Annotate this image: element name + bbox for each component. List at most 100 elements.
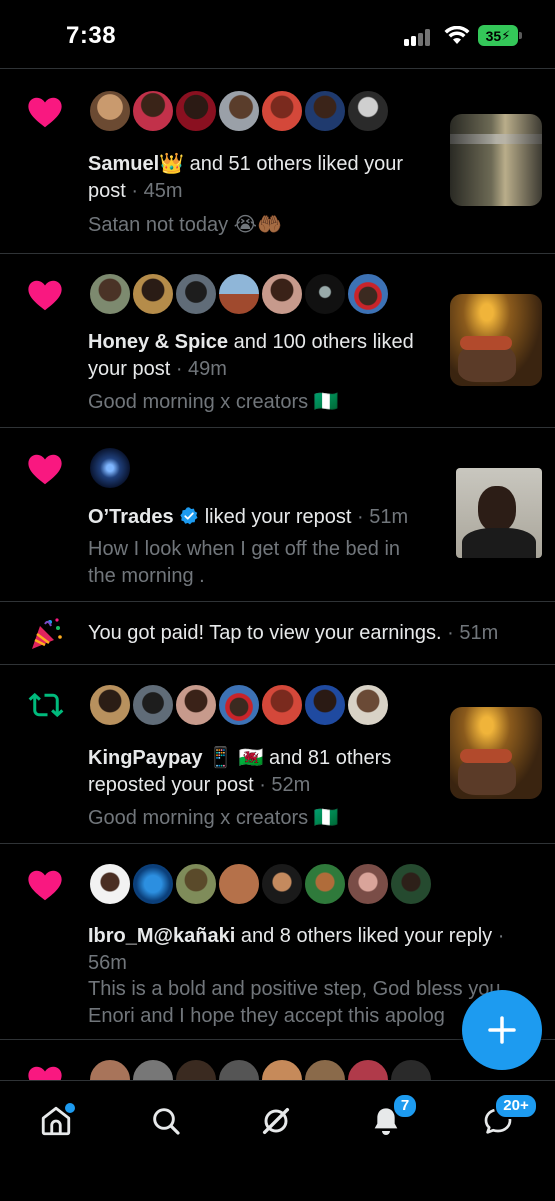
actor-name[interactable]: Honey & Spice (88, 331, 228, 353)
avatar[interactable] (88, 272, 132, 316)
avatar[interactable] (303, 683, 347, 727)
avatar[interactable] (346, 272, 390, 316)
nav-home[interactable] (32, 1097, 80, 1145)
avatar[interactable] (131, 1058, 175, 1080)
post-snippet: Good morning x creators 🇳🇬 (88, 807, 339, 829)
avatar[interactable] (217, 89, 261, 133)
avatar[interactable] (303, 1058, 347, 1080)
status-bar: 7:38 35 ⚡ (0, 0, 555, 68)
avatar[interactable] (88, 89, 132, 133)
notification-action: liked your repost (199, 506, 352, 528)
battery-level: 35 (485, 27, 502, 44)
avatar[interactable] (303, 862, 347, 906)
avatar[interactable] (260, 862, 304, 906)
actor-avatars (88, 683, 390, 727)
avatar[interactable] (88, 1058, 132, 1080)
notification-text: Honey & Spice and 100 others liked your … (88, 329, 440, 383)
compose-button[interactable] (462, 990, 542, 1070)
avatar[interactable] (260, 1058, 304, 1080)
avatar[interactable] (303, 272, 347, 316)
heart-icon (28, 97, 62, 128)
avatar[interactable] (217, 272, 261, 316)
avatar[interactable] (174, 89, 218, 133)
actor-name[interactable]: KingPaypay 📱 🏴󠁧󠁢󠁷󠁬󠁳󠁿 (88, 747, 263, 769)
earnings-text: You got paid! Tap to view your earnings. (88, 622, 442, 644)
notification-item[interactable]: KingPaypay 📱 🏴󠁧󠁢󠁷󠁬󠁳󠁿 and 81 others repos… (0, 665, 555, 844)
avatar[interactable] (260, 89, 304, 133)
notification-item[interactable]: Honey & Spice and 100 others liked your … (0, 254, 555, 428)
actor-avatars (88, 446, 132, 490)
avatar[interactable] (88, 862, 132, 906)
avatar[interactable] (131, 272, 175, 316)
actor-avatars (88, 862, 433, 906)
plus-icon (488, 1016, 516, 1044)
party-popper-icon (32, 618, 62, 649)
notification-item[interactable]: Samuel👑 and 51 others liked your post · … (0, 69, 555, 254)
new-content-dot (65, 1103, 75, 1113)
grok-icon (262, 1107, 290, 1135)
post-snippet: Satan not today 😭🤲🏾 (88, 214, 282, 236)
actor-avatars (88, 89, 390, 133)
avatar[interactable] (303, 89, 347, 133)
post-snippet: How I look when I get off the bed in the… (88, 538, 401, 587)
notification-time: · 49m (170, 358, 227, 380)
bottom-navigation: 7 20+ (0, 1080, 555, 1201)
avatar[interactable] (174, 272, 218, 316)
avatar[interactable] (131, 683, 175, 727)
post-thumbnail[interactable] (450, 114, 542, 206)
actor-avatars (88, 272, 390, 316)
battery-icon: 35 ⚡ (478, 25, 518, 46)
notification-time: · 51m (351, 506, 409, 528)
post-snippet: Good morning x creators 🇳🇬 (88, 391, 339, 413)
notification-time: · 52m (253, 774, 311, 796)
nav-grok[interactable] (252, 1097, 300, 1145)
avatar[interactable] (260, 272, 304, 316)
avatar[interactable] (346, 862, 390, 906)
actor-name[interactable]: Ibro_M@kañaki (88, 925, 235, 947)
heart-icon (28, 454, 62, 485)
post-thumbnail[interactable] (456, 468, 542, 558)
post-thumbnail[interactable] (450, 294, 542, 386)
notification-item[interactable]: O’Trades liked your repost · 51m How I l… (0, 428, 555, 602)
nav-messages[interactable]: 20+ (474, 1093, 538, 1145)
messages-badge: 20+ (494, 1093, 538, 1119)
avatar[interactable] (88, 446, 132, 490)
status-time: 7:38 (66, 22, 117, 49)
actor-name[interactable]: O’Trades (88, 506, 174, 528)
avatar[interactable] (88, 683, 132, 727)
heart-icon (28, 870, 62, 901)
notification-text: KingPaypay 📱 🏴󠁧󠁢󠁷󠁬󠁳󠁿 and 81 others repos… (88, 745, 440, 799)
cellular-signal-icon (404, 28, 434, 46)
avatar[interactable] (174, 862, 218, 906)
avatar[interactable] (131, 89, 175, 133)
nav-notifications[interactable]: 7 (362, 1093, 418, 1145)
avatar[interactable] (346, 683, 390, 727)
avatar[interactable] (217, 862, 261, 906)
verified-badge-icon (180, 507, 198, 525)
avatar[interactable] (217, 1058, 261, 1080)
notification-time: · 45m (125, 180, 183, 202)
actor-name[interactable]: Samuel👑 (88, 153, 184, 175)
heart-icon (28, 280, 62, 311)
avatar[interactable] (217, 683, 261, 727)
notification-text: Ibro_M@kañaki and 8 others liked your re… (88, 923, 528, 977)
earnings-notification[interactable]: You got paid! Tap to view your earnings.… (0, 602, 555, 665)
heart-icon (28, 1066, 62, 1080)
avatar[interactable] (346, 89, 390, 133)
repost-icon (28, 692, 64, 718)
nav-search[interactable] (142, 1097, 190, 1145)
notifications-badge: 7 (392, 1093, 418, 1119)
notification-text: O’Trades liked your repost · 51m (88, 504, 448, 531)
notification-time: · 51m (441, 622, 499, 644)
post-thumbnail[interactable] (450, 707, 542, 799)
avatar[interactable] (346, 1058, 390, 1080)
avatar[interactable] (131, 862, 175, 906)
actor-avatars (88, 1058, 433, 1080)
avatar[interactable] (389, 1058, 433, 1080)
avatar[interactable] (174, 1058, 218, 1080)
avatar[interactable] (260, 683, 304, 727)
avatar[interactable] (389, 862, 433, 906)
search-icon (153, 1108, 180, 1135)
avatar[interactable] (174, 683, 218, 727)
notification-text: You got paid! Tap to view your earnings.… (88, 620, 548, 647)
